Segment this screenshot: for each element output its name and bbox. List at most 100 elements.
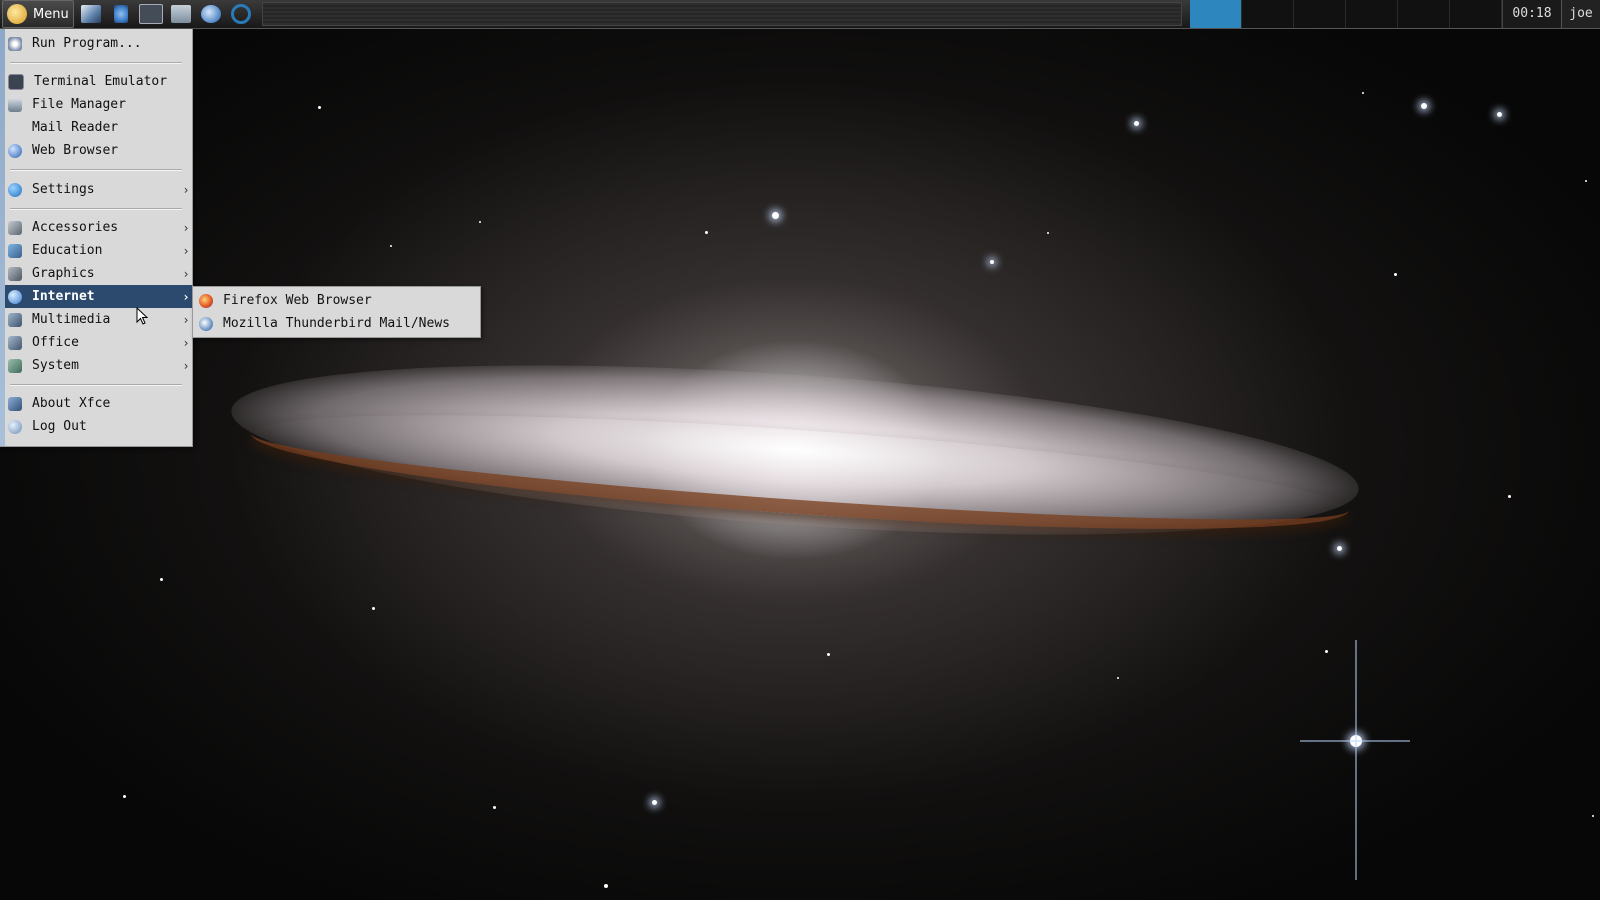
star <box>1117 677 1119 679</box>
network-launcher[interactable] <box>108 2 134 26</box>
network-icon <box>113 5 128 23</box>
terminal-launcher[interactable] <box>138 2 164 26</box>
menu-item-label: Graphics <box>32 266 95 281</box>
menu-item-education[interactable]: Education › <box>5 239 192 262</box>
file-manager-launcher[interactable] <box>168 2 194 26</box>
star-flare <box>1355 640 1357 880</box>
internet-submenu: Firefox Web Browser Mozilla Thunderbird … <box>192 286 481 338</box>
workspace-1[interactable] <box>1190 0 1242 28</box>
menu-separator <box>10 169 182 171</box>
browser-launcher[interactable] <box>228 2 254 26</box>
applications-menu-button[interactable]: Menu <box>2 0 74 28</box>
menu-item-label: Terminal Emulator <box>34 74 168 89</box>
star <box>1585 180 1587 182</box>
star <box>372 607 375 610</box>
star <box>827 653 830 656</box>
menu-button-label: Menu <box>33 6 69 22</box>
submenu-item-label: Mozilla Thunderbird Mail/News <box>223 316 450 331</box>
settings-icon <box>8 182 22 197</box>
system-icon <box>8 358 22 373</box>
workspace-switcher <box>1190 0 1502 28</box>
text-editor-launcher[interactable] <box>78 2 104 26</box>
submenu-arrow-icon: › <box>182 289 190 304</box>
star <box>1508 495 1511 498</box>
menu-item-web-browser[interactable]: Web Browser <box>5 139 192 162</box>
menu-separator <box>10 62 182 64</box>
submenu-arrow-icon: › <box>182 358 190 373</box>
submenu-arrow-icon: › <box>182 182 190 197</box>
menu-item-terminal-emulator[interactable]: Terminal Emulator <box>5 70 192 93</box>
workspace-6[interactable] <box>1450 0 1502 28</box>
multimedia-icon <box>8 312 22 327</box>
menu-item-label: About Xfce <box>32 396 111 411</box>
menu-item-system[interactable]: System › <box>5 354 192 377</box>
workspace-3[interactable] <box>1294 0 1346 28</box>
desktop-wallpaper <box>0 0 1600 900</box>
text-editor-icon <box>80 5 101 23</box>
user-name[interactable]: joe <box>1561 0 1600 28</box>
internet-icon <box>8 289 22 304</box>
menu-item-office[interactable]: Office › <box>5 331 192 354</box>
education-icon <box>8 243 22 258</box>
star <box>1047 232 1049 234</box>
menu-item-multimedia[interactable]: Multimedia › <box>5 308 192 331</box>
menu-item-internet[interactable]: Internet › <box>5 285 192 308</box>
mail-launcher[interactable] <box>198 2 224 26</box>
menu-item-label: System <box>32 358 79 373</box>
submenu-arrow-icon: › <box>182 266 190 281</box>
submenu-item-firefox[interactable]: Firefox Web Browser <box>193 289 480 312</box>
menu-item-label: Education <box>32 243 103 258</box>
menu-item-label: Web Browser <box>32 143 119 158</box>
star <box>604 884 608 888</box>
file-manager-icon <box>170 5 191 23</box>
workspace-5[interactable] <box>1398 0 1450 28</box>
taskbar <box>261 2 1182 26</box>
star <box>652 800 657 805</box>
thunderbird-icon <box>199 316 213 331</box>
menu-item-label: Office <box>32 335 79 350</box>
workspace-2[interactable] <box>1242 0 1294 28</box>
menu-item-label: File Manager <box>32 97 126 112</box>
star-flare <box>1300 740 1410 742</box>
firefox-icon <box>199 293 213 308</box>
star <box>318 106 321 109</box>
star <box>160 578 163 581</box>
submenu-item-thunderbird[interactable]: Mozilla Thunderbird Mail/News <box>193 312 480 335</box>
menu-item-label: Accessories <box>32 220 119 235</box>
menu-item-label: Multimedia <box>32 312 111 327</box>
mouse-pointer-icon <box>136 307 148 325</box>
menu-item-label: Mail Reader <box>32 120 119 135</box>
menu-item-about-xfce[interactable]: About Xfce <box>5 392 192 415</box>
menu-item-mail-reader[interactable]: Mail Reader <box>5 116 192 139</box>
star <box>1394 273 1397 276</box>
menu-item-label: Internet <box>32 289 95 304</box>
star <box>390 245 392 247</box>
star <box>1421 103 1427 109</box>
star <box>123 795 126 798</box>
star <box>479 221 481 223</box>
file-manager-icon <box>8 97 22 112</box>
run-program-icon <box>8 36 22 51</box>
log-out-icon <box>8 419 22 434</box>
top-panel: Menu 00:18 joe <box>0 0 1600 29</box>
star <box>990 260 994 264</box>
menu-item-log-out[interactable]: Log Out <box>5 415 192 438</box>
terminal-icon <box>138 4 163 24</box>
about-icon <box>8 396 22 411</box>
menu-item-settings[interactable]: Settings › <box>5 178 192 201</box>
star <box>1337 546 1342 551</box>
star <box>1592 815 1594 817</box>
clock[interactable]: 00:18 <box>1502 0 1561 28</box>
workspace-4[interactable] <box>1346 0 1398 28</box>
mail-reader-icon <box>8 121 22 135</box>
menu-item-file-manager[interactable]: File Manager <box>5 93 192 116</box>
menu-item-accessories[interactable]: Accessories › <box>5 216 192 239</box>
applications-menu: Run Program... Terminal Emulator File Ma… <box>0 29 193 447</box>
submenu-arrow-icon: › <box>182 312 190 327</box>
star <box>772 212 779 219</box>
menu-separator <box>10 384 182 386</box>
menu-item-run-program[interactable]: Run Program... <box>5 32 192 55</box>
star <box>1134 121 1139 126</box>
menu-item-label: Run Program... <box>32 36 142 51</box>
menu-item-graphics[interactable]: Graphics › <box>5 262 192 285</box>
